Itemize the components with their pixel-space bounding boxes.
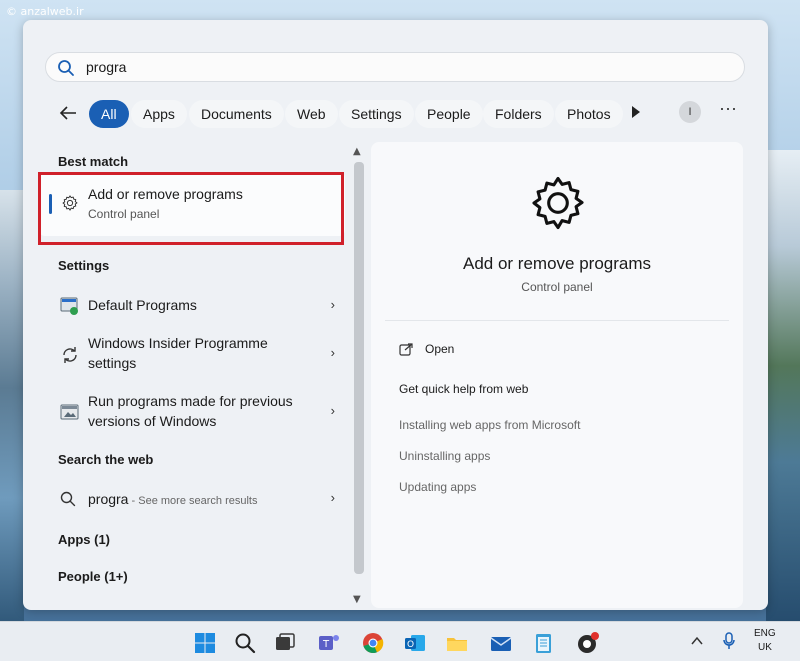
settings-heading: Settings bbox=[58, 258, 110, 273]
tab-photos[interactable]: Photos bbox=[555, 100, 623, 128]
help-heading: Get quick help from web bbox=[399, 382, 529, 396]
open-label: Open bbox=[425, 342, 455, 356]
wallpaper-mountain-right bbox=[766, 150, 800, 630]
tab-apps[interactable]: Apps bbox=[131, 100, 187, 128]
search-web-heading: Search the web bbox=[58, 452, 154, 467]
taskbar: T O ENG UK bbox=[0, 621, 800, 661]
search-icon bbox=[60, 491, 76, 507]
search-input[interactable] bbox=[86, 57, 726, 77]
svg-text:O: O bbox=[407, 640, 414, 650]
web-query: progra - See more search results bbox=[88, 490, 257, 511]
people-group[interactable]: People (1+) bbox=[58, 569, 128, 584]
result-label: Default Programs bbox=[88, 297, 197, 313]
gear-icon bbox=[532, 176, 584, 230]
windows-start-icon[interactable] bbox=[192, 630, 218, 656]
more-options-button[interactable]: ··· bbox=[719, 98, 737, 119]
sync-icon bbox=[63, 347, 77, 363]
scroll-up-icon[interactable]: ▲ bbox=[353, 146, 361, 157]
svg-text:T: T bbox=[322, 639, 330, 650]
results-scrollbar[interactable]: ▲ ▼ bbox=[352, 146, 366, 608]
chevron-right-icon: › bbox=[330, 403, 335, 418]
scroll-down-icon[interactable]: ▼ bbox=[353, 594, 361, 605]
microphone-icon[interactable] bbox=[722, 632, 736, 650]
obs-studio-icon[interactable] bbox=[574, 630, 600, 656]
more-filters-arrow-icon[interactable] bbox=[632, 106, 640, 118]
detail-title: Add or remove programs bbox=[462, 254, 652, 273]
result-run-programs-previous[interactable]: Run programs made for previous versions … bbox=[39, 390, 345, 436]
tab-folders[interactable]: Folders bbox=[483, 100, 554, 128]
tab-settings[interactable]: Settings bbox=[339, 100, 414, 128]
outlook-icon[interactable]: O bbox=[402, 630, 428, 656]
chevron-up-icon[interactable] bbox=[691, 636, 703, 646]
teams-icon[interactable]: T bbox=[316, 630, 342, 656]
tab-web[interactable]: Web bbox=[285, 100, 338, 128]
chevron-right-icon: › bbox=[330, 297, 335, 312]
detail-subtitle: Control panel bbox=[521, 280, 593, 294]
divider bbox=[385, 320, 729, 321]
search-icon bbox=[58, 60, 74, 76]
filter-bar: All Apps Documents Web Settings People F… bbox=[23, 98, 768, 130]
result-label-line2: versions of Windows bbox=[88, 413, 217, 429]
watermark: © anzalweb.ir bbox=[6, 5, 84, 18]
tab-documents[interactable]: Documents bbox=[189, 100, 284, 128]
language-indicator-line1[interactable]: ENG bbox=[754, 628, 776, 639]
chevron-right-icon: › bbox=[330, 490, 335, 505]
result-label-line1: Windows Insider Programme bbox=[88, 335, 268, 351]
open-external-icon bbox=[399, 343, 413, 356]
tab-people[interactable]: People bbox=[415, 100, 483, 128]
back-arrow-icon[interactable] bbox=[57, 102, 79, 124]
best-match-heading: Best match bbox=[58, 154, 129, 169]
help-link-updating[interactable]: Updating apps bbox=[399, 480, 476, 494]
result-windows-insider[interactable]: Windows Insider Programme settings › bbox=[39, 332, 345, 378]
search-box[interactable] bbox=[45, 52, 745, 82]
wallpaper-mountain-left bbox=[0, 190, 24, 630]
avatar[interactable]: I bbox=[679, 101, 701, 123]
chrome-icon[interactable] bbox=[360, 630, 386, 656]
web-query-text: progra bbox=[88, 491, 129, 507]
result-label-line2: settings bbox=[88, 355, 137, 371]
apps-group[interactable]: Apps (1) bbox=[58, 532, 110, 547]
scrollbar-thumb[interactable] bbox=[354, 162, 364, 574]
default-programs-icon bbox=[60, 297, 78, 315]
tab-all[interactable]: All bbox=[89, 100, 129, 128]
result-web-search[interactable]: progra - See more search results › bbox=[39, 484, 345, 516]
chevron-right-icon: › bbox=[330, 345, 335, 360]
start-search-panel: All Apps Documents Web Settings People F… bbox=[23, 20, 768, 610]
web-query-hint: - See more search results bbox=[128, 495, 258, 507]
taskbar-search-icon[interactable] bbox=[232, 630, 258, 656]
detail-pane: Add or remove programs Control panel Ope… bbox=[371, 142, 743, 608]
mail-icon[interactable] bbox=[488, 630, 514, 656]
notepad-icon[interactable] bbox=[530, 630, 556, 656]
result-label-line1: Run programs made for previous bbox=[88, 393, 293, 409]
file-explorer-icon[interactable] bbox=[444, 630, 470, 656]
task-view-icon[interactable] bbox=[272, 630, 298, 656]
result-default-programs[interactable]: Default Programs › bbox=[39, 288, 345, 324]
help-link-installing[interactable]: Installing web apps from Microsoft bbox=[399, 418, 580, 432]
help-link-uninstalling[interactable]: Uninstalling apps bbox=[399, 449, 490, 463]
highlight-annotation bbox=[38, 172, 344, 245]
compatibility-icon bbox=[60, 404, 79, 420]
language-indicator-line2[interactable]: UK bbox=[758, 642, 772, 653]
